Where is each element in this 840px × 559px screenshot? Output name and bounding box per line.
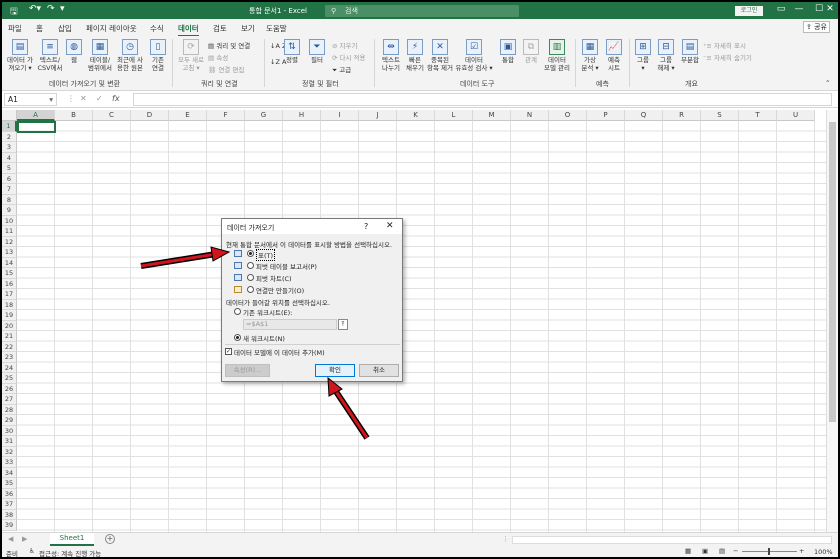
arrow-head [210,246,231,262]
annotation-arrows [140,246,370,440]
arrow-to-table-option [140,252,217,268]
arrow-to-ok-button [333,389,369,439]
